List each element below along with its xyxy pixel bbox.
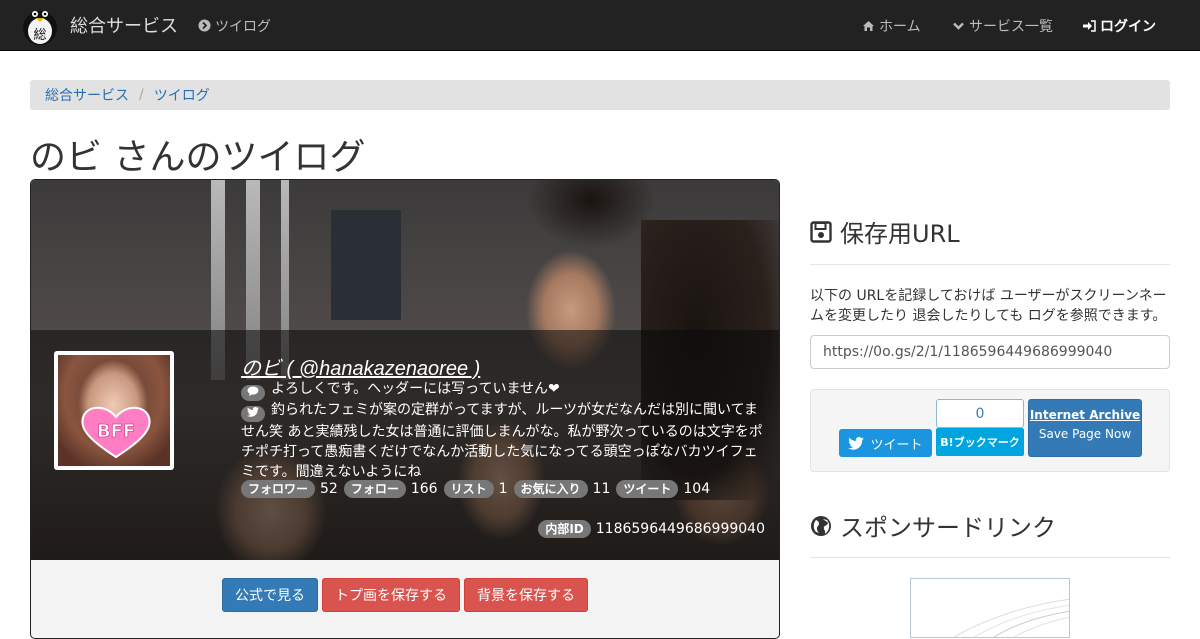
nav-twilog-label: ツイログ (215, 18, 271, 35)
profile-bio: よろしくです。ヘッダーには写っていません❤ (241, 379, 766, 401)
share-panel: ツイート 0 B!ブックマーク Internet Archive Save Pa… (810, 389, 1170, 472)
stat-value-following: 166 (410, 481, 438, 497)
save-url-heading: 保存用URL (810, 214, 960, 249)
profile-stats: フォロワー 52 フォロー 166 リスト 1 お気に入り 11 ツイート 104 (241, 480, 716, 498)
twitter-bird-icon (848, 436, 865, 450)
stat-label-following: フォロー (343, 480, 406, 498)
stat-label-lists: リスト (443, 480, 494, 498)
chevron-circle-right-icon (198, 19, 211, 32)
brand-logo-char: 総 (33, 28, 46, 43)
ad-graphic (953, 598, 1069, 637)
internal-id: 内部ID 1186596449686999040 (538, 520, 765, 538)
avatar-sticker-text: BFF (97, 421, 135, 442)
sponsored-ad[interactable] (910, 578, 1070, 638)
profile-name-link[interactable]: のビ ( @hanakazenaoree ) (241, 352, 480, 381)
profile-avatar[interactable]: BFF (54, 351, 174, 470)
twitter-bird-icon (241, 406, 265, 422)
tweet-button[interactable]: ツイート (839, 429, 932, 457)
internal-id-value: 1186596449686999040 (595, 521, 765, 537)
stat-value-lists: 1 (498, 481, 508, 497)
divider (810, 557, 1170, 558)
page-title: のビ さんのツイログ (30, 137, 366, 178)
tweet-button-label: ツイート (870, 437, 923, 453)
brand-text: 総合サービス (70, 16, 178, 37)
save-url-input[interactable] (810, 335, 1170, 369)
profile-bio-text: よろしくです。ヘッダーには写っていません❤ (271, 381, 560, 397)
stat-label-favorites: お気に入り (513, 480, 588, 498)
stat-label-followers: フォロワー (241, 480, 316, 498)
profile-actions: 公式で見る トプ画を保存する 背景を保存する (31, 578, 779, 612)
breadcrumb: 総合サービス / ツイログ (30, 80, 1170, 110)
comment-icon (241, 385, 265, 401)
navbar: 総 総合サービス ツイログ ホーム サービス一覧 ログイン (0, 0, 1200, 51)
floppy-disk-icon (810, 220, 832, 243)
hatena-bookmark-count: 0 (936, 399, 1024, 428)
save-url-description: 以下の URLを記録しておけば ユーザーがスクリーンネームを変更したり 退会した… (810, 288, 1167, 324)
globe-icon (811, 515, 831, 536)
breadcrumb-separator: / (139, 87, 144, 103)
hatena-bookmark-button[interactable]: B!ブックマーク (936, 428, 1024, 456)
save-avatar-button[interactable]: トプ画を保存する (322, 578, 460, 612)
stat-value-favorites: 11 (592, 481, 611, 497)
profile-description: 釣られたフェミが案の定群がってますが、ルーツが女だなんだは別に聞いてません笑 あ… (241, 400, 766, 482)
sponsor-heading: スポンサードリンク (810, 508, 1056, 543)
save-url-heading-text: 保存用URL (840, 220, 960, 248)
internet-archive-button[interactable]: Internet Archive Save Page Now (1028, 399, 1142, 457)
internet-archive-subtitle: Save Page Now (1038, 427, 1132, 441)
brand-link[interactable]: 総 総合サービス (20, 3, 178, 47)
stat-label-tweets: ツイート (616, 480, 679, 498)
nav-login-label: ログイン (1100, 18, 1156, 35)
heart-sticker: BFF (81, 406, 151, 459)
profile-description-text: 釣られたフェミが案の定群がってますが、ルーツが女だなんだは別に聞いてません笑 あ… (241, 402, 763, 480)
penguin-logo-icon: 総 (23, 11, 57, 45)
nav-twilog[interactable]: ツイログ (198, 0, 271, 51)
stat-value-followers: 52 (320, 481, 338, 497)
chevron-down-icon (953, 22, 964, 30)
sign-in-icon (1083, 19, 1096, 32)
hatena-bookmark[interactable]: 0 B!ブックマーク (936, 399, 1024, 457)
save-background-button[interactable]: 背景を保存する (464, 578, 588, 612)
home-icon (863, 20, 874, 31)
internal-id-label: 内部ID (538, 520, 591, 538)
stat-value-tweets: 104 (683, 481, 711, 497)
nav-home[interactable]: ホーム (862, 0, 921, 51)
view-official-button[interactable]: 公式で見る (222, 578, 318, 612)
nav-home-label: ホーム (879, 18, 921, 35)
nav-login[interactable]: ログイン (1082, 0, 1156, 51)
nav-services-label: サービス一覧 (969, 18, 1053, 35)
sponsor-heading-text: スポンサードリンク (840, 514, 1056, 542)
breadcrumb-item-home[interactable]: 総合サービス (45, 85, 129, 105)
profile-panel: BFF のビ ( @hanakazenaoree ) よろしくです。ヘッダーには… (30, 179, 780, 639)
breadcrumb-item-twilog[interactable]: ツイログ (154, 85, 210, 105)
nav-services[interactable]: サービス一覧 (952, 0, 1053, 51)
divider (810, 264, 1170, 265)
internet-archive-title: Internet Archive (1029, 408, 1141, 422)
